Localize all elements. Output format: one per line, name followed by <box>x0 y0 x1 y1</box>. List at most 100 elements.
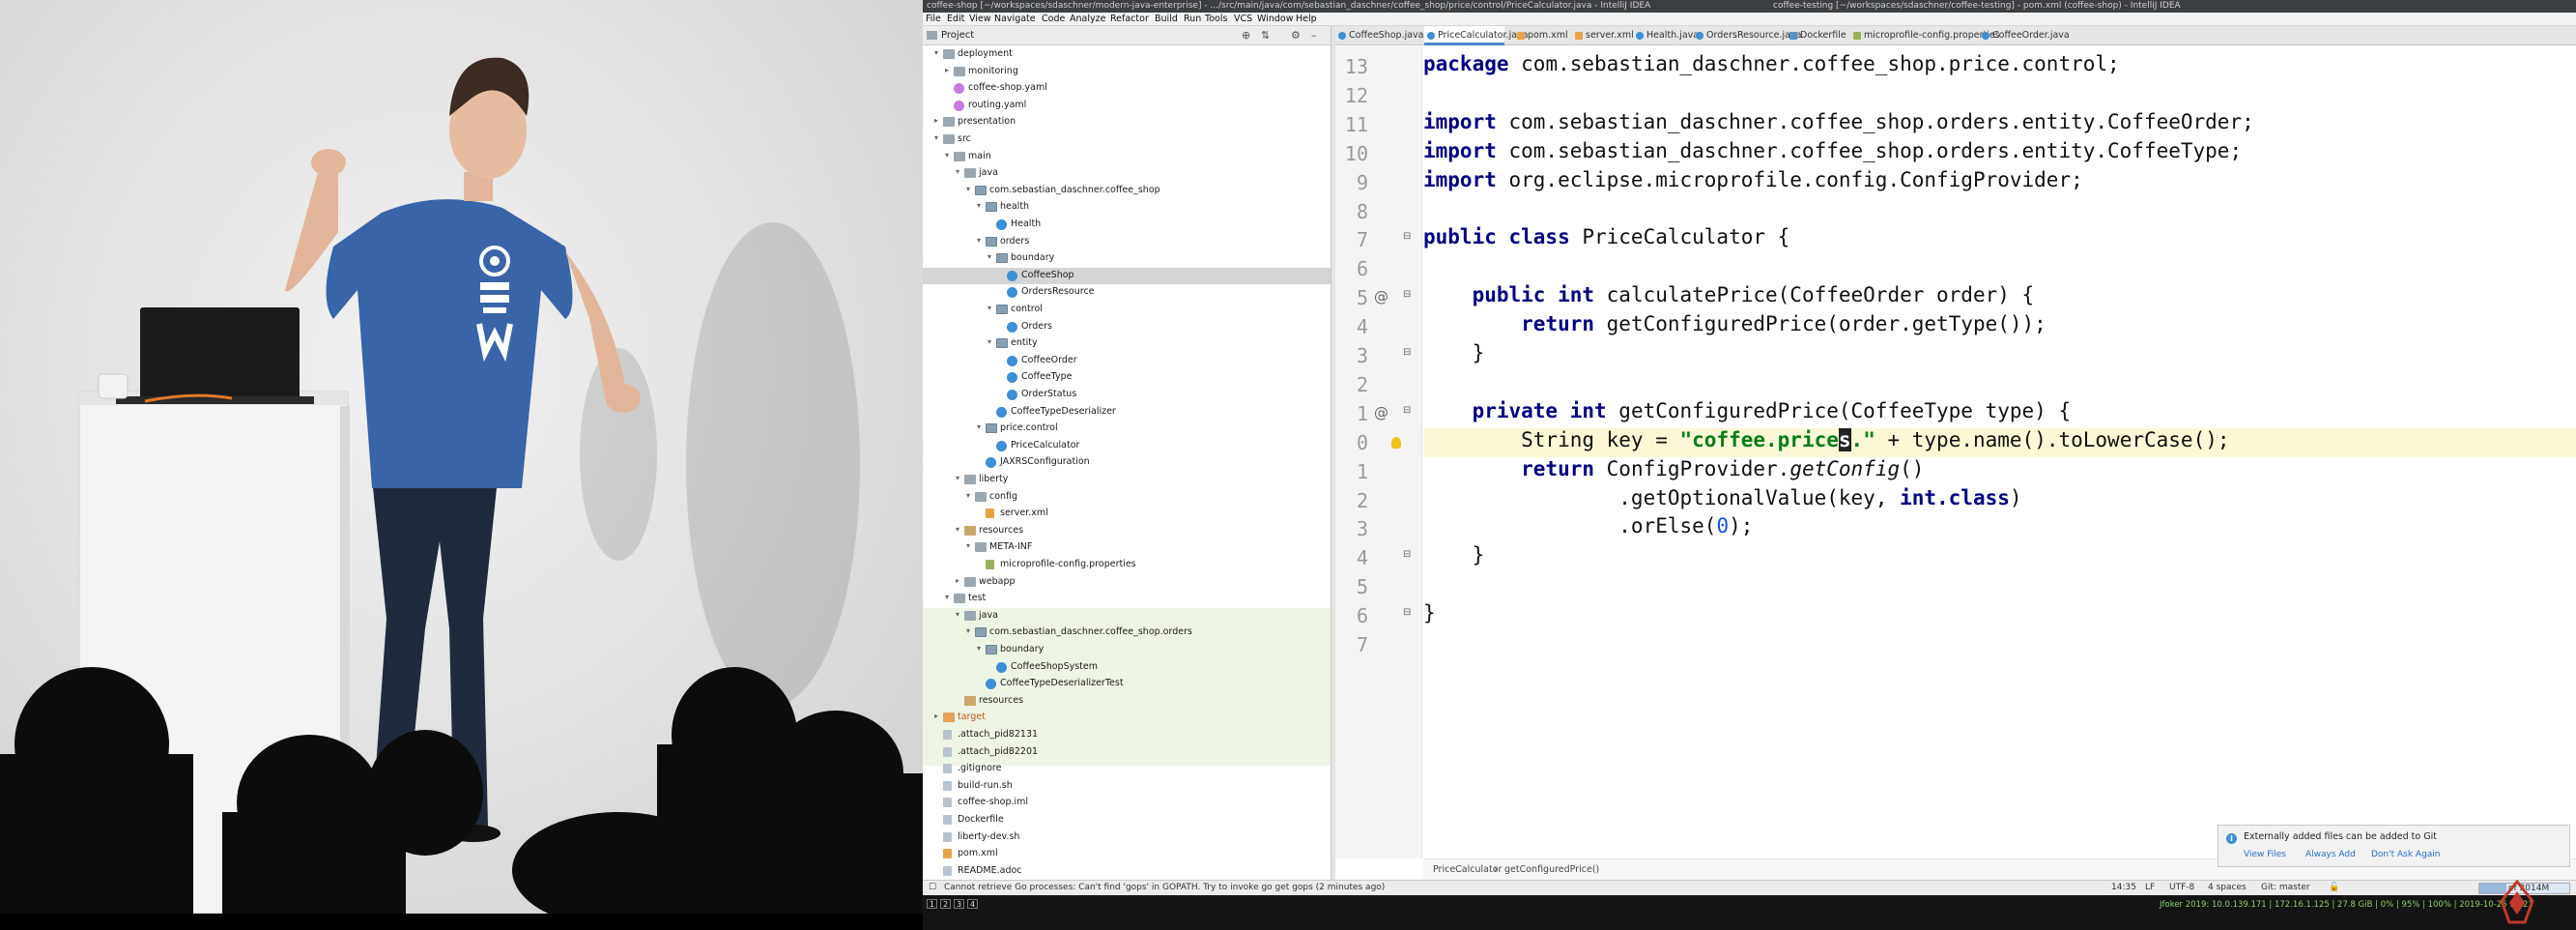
menu-tools[interactable]: Tools <box>1205 14 1227 24</box>
tree-item[interactable]: ▾ entity <box>923 335 1331 353</box>
always-add-link[interactable]: Always Add <box>2305 850 2356 859</box>
menu-edit[interactable]: Edit <box>947 14 964 24</box>
workspace-1[interactable]: 1 <box>927 899 937 909</box>
tree-item[interactable]: ▸ monitoring <box>923 64 1331 81</box>
chevron-down-icon[interactable]: ▾ <box>953 610 962 619</box>
tree-item[interactable]: CoffeeShop <box>923 267 1331 285</box>
tree-item[interactable]: build-run.sh <box>923 778 1331 796</box>
tree-item[interactable]: Dockerfile <box>923 812 1331 829</box>
tree-item[interactable]: ▸ presentation <box>923 114 1331 131</box>
tree-item[interactable]: ▾ health <box>923 199 1331 217</box>
fold-icon[interactable]: ⊟ <box>1403 607 1411 618</box>
locate-icon[interactable]: ⊕ <box>1242 29 1250 42</box>
fold-icon[interactable]: ⊟ <box>1403 405 1411 416</box>
chevron-down-icon[interactable]: ▾ <box>963 541 973 550</box>
menu-file[interactable]: File <box>926 14 941 24</box>
tree-item[interactable]: README.adoc <box>923 863 1331 880</box>
code-line[interactable]: return ConfigProvider.getConfig() <box>1423 457 1924 486</box>
tree-item[interactable]: ▸ target <box>923 710 1331 727</box>
tree-item[interactable]: ▾ liberty <box>923 472 1331 489</box>
tree-item[interactable]: CoffeeOrder <box>923 353 1331 370</box>
menu-run[interactable]: Run <box>1184 14 1201 24</box>
code-line[interactable]: .getOptionalValue(key, int.class) <box>1423 486 2021 515</box>
line-number[interactable]: 7 <box>1335 630 1368 659</box>
workspace-3[interactable]: 3 <box>954 899 964 909</box>
chevron-down-icon[interactable]: ▾ <box>985 304 994 312</box>
chevron-down-icon[interactable]: ▾ <box>942 593 952 601</box>
tree-item[interactable]: Orders <box>923 319 1331 336</box>
chevron-down-icon[interactable]: ▾ <box>942 151 952 160</box>
tree-item[interactable]: CoffeeShopSystem <box>923 659 1331 677</box>
chevron-down-icon[interactable]: ▾ <box>974 236 984 245</box>
menu-navigate[interactable]: Navigate <box>994 14 1036 24</box>
tree-item[interactable]: ▾ META-INF <box>923 539 1331 557</box>
code-line[interactable]: .orElse(0); <box>1423 514 1753 543</box>
tree-item[interactable]: ▸ webapp <box>923 574 1331 592</box>
line-number[interactable]: 2 <box>1335 486 1368 515</box>
code-line[interactable]: } <box>1423 601 1436 630</box>
tree-item[interactable]: routing.yaml <box>923 98 1331 115</box>
line-number[interactable]: 6 <box>1335 254 1368 283</box>
tree-item[interactable]: .gitignore <box>923 761 1331 778</box>
status-message[interactable]: Cannot retrieve Go processes: Can't find… <box>944 883 1385 892</box>
tree-item[interactable]: ▾ src <box>923 131 1331 149</box>
chevron-right-icon[interactable]: ▸ <box>942 66 952 74</box>
editor-tab[interactable]: OrdersResource.java <box>1693 26 1801 45</box>
line-number[interactable]: 13 <box>1335 52 1368 81</box>
line-number[interactable]: 10 <box>1335 139 1368 168</box>
tree-item[interactable]: ▾ com.sebastian_daschner.coffee_shop.orde… <box>923 625 1331 642</box>
tree-item[interactable]: coffee-shop.yaml <box>923 80 1331 98</box>
collapse-all-icon[interactable]: ⇅ <box>1261 29 1270 42</box>
tree-item[interactable]: JAXRSConfiguration <box>923 454 1331 472</box>
code-line[interactable]: private int getConfiguredPrice(CoffeeTyp… <box>1423 399 2072 428</box>
tree-item[interactable]: pom.xml <box>923 846 1331 863</box>
code-line[interactable]: public int calculatePrice(CoffeeOrder or… <box>1423 283 2035 312</box>
line-number[interactable]: 11 <box>1335 110 1368 139</box>
tree-item[interactable]: ▾ boundary <box>923 250 1331 268</box>
tree-item[interactable]: CoffeeTypeDeserializerTest <box>923 676 1331 693</box>
editor-tab[interactable]: Health.java <box>1633 26 1699 45</box>
line-number[interactable]: 6 <box>1335 601 1368 630</box>
menu-code[interactable]: Code <box>1042 14 1065 24</box>
code-line[interactable]: return getConfiguredPrice(order.getType(… <box>1423 312 2046 341</box>
code-line[interactable]: } <box>1423 543 1485 572</box>
line-number[interactable]: 3 <box>1335 341 1368 370</box>
breadcrumb-class[interactable]: PriceCalculator <box>1433 864 1502 875</box>
chevron-down-icon[interactable]: ▾ <box>931 133 941 142</box>
menu-build[interactable]: Build <box>1155 14 1178 24</box>
menu-help[interactable]: Help <box>1296 14 1317 24</box>
editor-tab[interactable]: microprofile-config.properties <box>1850 26 2000 45</box>
chevron-down-icon[interactable]: ▾ <box>953 525 962 534</box>
chevron-down-icon[interactable]: ▾ <box>953 167 962 176</box>
tree-item[interactable]: ▾ main <box>923 149 1331 166</box>
editor-tab[interactable]: CoffeeOrder.java <box>1979 26 2070 45</box>
view-files-link[interactable]: View Files <box>2244 850 2286 859</box>
chevron-down-icon[interactable]: ▾ <box>985 252 994 261</box>
line-number[interactable]: 3 <box>1335 514 1368 543</box>
line-separator[interactable]: LF <box>2145 883 2155 892</box>
editor-tab[interactable]: PriceCalculator.java <box>1424 26 1528 45</box>
chevron-down-icon[interactable]: ▾ <box>985 337 994 346</box>
annotation-marker-icon[interactable]: @ <box>1374 404 1388 421</box>
code-editor[interactable]: package com.sebastian_daschner.coffee_sh… <box>1423 46 2576 858</box>
tree-item[interactable]: PriceCalculator <box>923 438 1331 455</box>
chevron-down-icon[interactable]: ▾ <box>953 474 962 482</box>
code-line[interactable]: String key = "coffee.prices." + type.nam… <box>1423 427 2230 457</box>
chevron-down-icon[interactable]: ▾ <box>963 491 973 500</box>
editor-tab[interactable]: pom.xml <box>1514 26 1568 45</box>
tree-item[interactable]: OrdersResource <box>923 284 1331 302</box>
tree-item[interactable]: Health <box>923 217 1331 234</box>
annotation-marker-icon[interactable]: @ <box>1374 288 1388 305</box>
tree-item[interactable]: resources <box>923 693 1331 711</box>
chevron-right-icon[interactable]: ▸ <box>931 712 941 720</box>
menu-analyze[interactable]: Analyze <box>1070 14 1105 24</box>
tree-item[interactable]: ▾ com.sebastian_daschner.coffee_shop <box>923 183 1331 200</box>
line-number[interactable]: 1 <box>1335 399 1368 428</box>
caret-position[interactable]: 14:35 <box>2111 883 2136 892</box>
chevron-down-icon[interactable]: ▾ <box>963 185 973 193</box>
line-number[interactable]: 4 <box>1335 543 1368 572</box>
editor-tab[interactable]: CoffeeShop.java <box>1335 26 1424 45</box>
line-number[interactable]: 1 <box>1335 457 1368 486</box>
dont-ask-again-link[interactable]: Don't Ask Again <box>2371 850 2441 859</box>
tree-item[interactable]: ▾ orders <box>923 234 1331 251</box>
